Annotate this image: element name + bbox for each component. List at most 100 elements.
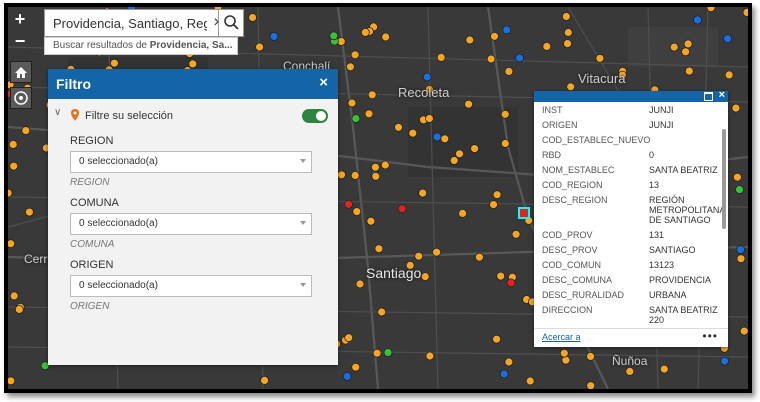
map-point[interactable] — [489, 200, 498, 210]
map-point[interactable] — [496, 271, 506, 281]
map-point[interactable] — [492, 334, 502, 344]
map-point[interactable] — [255, 42, 265, 52]
map-point[interactable] — [337, 170, 346, 180]
map-point[interactable] — [586, 351, 595, 361]
map-point[interactable] — [735, 185, 744, 195]
map-point[interactable] — [350, 170, 360, 180]
map-point[interactable] — [731, 103, 741, 113]
map-point[interactable] — [370, 162, 380, 172]
map-point[interactable] — [595, 53, 605, 63]
map-point[interactable] — [486, 54, 496, 64]
map-point[interactable] — [380, 160, 390, 170]
map-point[interactable] — [440, 134, 450, 144]
map-point[interactable] — [490, 31, 499, 41]
map-point[interactable] — [8, 139, 18, 149]
map-point[interactable] — [455, 149, 464, 159]
zoom-out-button[interactable]: − — [10, 31, 30, 51]
map-point[interactable] — [269, 32, 279, 41]
map-point[interactable] — [408, 128, 418, 138]
map-point[interactable] — [345, 62, 355, 72]
map-point[interactable] — [9, 161, 19, 171]
map-point[interactable] — [21, 126, 31, 135]
popup-close-button[interactable]: × — [719, 91, 725, 101]
home-button[interactable] — [10, 61, 32, 83]
map-point[interactable] — [563, 39, 572, 48]
map-point[interactable] — [14, 304, 24, 314]
map-point[interactable] — [9, 291, 19, 301]
map-point[interactable] — [351, 362, 361, 372]
filter-toggle[interactable] — [302, 109, 328, 123]
filter-expression-row[interactable]: ∨ Filtre su selección — [48, 107, 338, 127]
map-point[interactable] — [248, 13, 258, 22]
map-point[interactable] — [377, 307, 387, 317]
map-point[interactable] — [720, 356, 729, 366]
locate-button[interactable] — [10, 87, 32, 109]
map-point[interactable] — [742, 8, 748, 17]
map-point[interactable] — [347, 98, 357, 108]
map-point[interactable] — [515, 53, 525, 63]
map-point[interactable] — [504, 67, 514, 76]
map-point[interactable] — [563, 28, 573, 37]
more-options-button[interactable]: ••• — [702, 329, 718, 343]
map-point[interactable] — [397, 204, 407, 214]
map-point[interactable] — [449, 156, 459, 165]
map-point[interactable] — [504, 357, 514, 367]
map-point[interactable] — [381, 32, 391, 42]
map-point[interactable] — [736, 245, 745, 255]
zoom-to-link[interactable]: Acercar a — [542, 332, 581, 342]
map-point[interactable] — [374, 244, 384, 254]
map-point[interactable] — [470, 144, 480, 154]
map-point[interactable] — [420, 272, 430, 282]
map-point[interactable] — [366, 216, 376, 226]
map-point[interactable] — [8, 376, 16, 386]
map-point[interactable] — [723, 34, 732, 44]
map-point[interactable] — [684, 66, 694, 76]
map-point[interactable] — [425, 351, 435, 361]
map-point[interactable] — [372, 348, 382, 358]
map-point[interactable] — [625, 366, 635, 376]
search-suggestion[interactable]: Buscar resultados de Providencia, Sa... — [44, 37, 238, 55]
map-point[interactable] — [739, 326, 748, 336]
zoom-in-button[interactable]: + — [10, 9, 30, 29]
map-point[interactable] — [733, 172, 742, 182]
origen-select[interactable]: 0 seleccionado(a) — [70, 275, 312, 297]
map-point[interactable] — [352, 207, 362, 217]
map-point[interactable] — [681, 47, 690, 57]
map-point[interactable] — [474, 252, 484, 262]
map-point[interactable] — [188, 59, 198, 69]
region-select[interactable]: 0 seleccionado(a) — [70, 151, 312, 173]
filter-panel-close-button[interactable]: × — [319, 74, 328, 91]
map-point[interactable] — [500, 139, 510, 148]
map-point[interactable] — [525, 376, 535, 386]
map-point[interactable] — [724, 70, 734, 80]
map-point[interactable] — [432, 247, 442, 257]
map-point[interactable] — [499, 369, 509, 379]
map-point[interactable] — [371, 171, 381, 181]
map-point[interactable] — [422, 72, 432, 82]
map-point[interactable] — [351, 114, 361, 123]
map-point[interactable] — [383, 348, 393, 358]
comuna-select[interactable]: 0 seleccionado(a) — [70, 213, 312, 235]
map-point[interactable] — [492, 190, 502, 200]
map-point[interactable] — [342, 371, 352, 381]
map-point[interactable] — [542, 42, 552, 51]
selected-feature-marker[interactable] — [518, 207, 530, 219]
map-point[interactable] — [502, 25, 512, 35]
map-point[interactable] — [561, 12, 571, 21]
map-point[interactable] — [500, 109, 510, 119]
map-point[interactable] — [436, 53, 446, 62]
map-point[interactable] — [458, 208, 468, 218]
chevron-down-icon[interactable]: ∨ — [54, 107, 66, 119]
map-point[interactable] — [659, 364, 669, 374]
map-point[interactable] — [706, 7, 716, 13]
map-point[interactable] — [511, 229, 521, 239]
map-point[interactable] — [465, 35, 475, 45]
map-point[interactable] — [344, 333, 354, 343]
map-point[interactable] — [683, 39, 693, 49]
map-point[interactable] — [110, 58, 119, 68]
popup-scrollbar[interactable] — [722, 129, 726, 229]
map-point[interactable] — [344, 199, 353, 209]
map-point[interactable] — [566, 82, 576, 92]
map-point[interactable] — [367, 90, 377, 100]
map-point[interactable] — [559, 348, 569, 358]
